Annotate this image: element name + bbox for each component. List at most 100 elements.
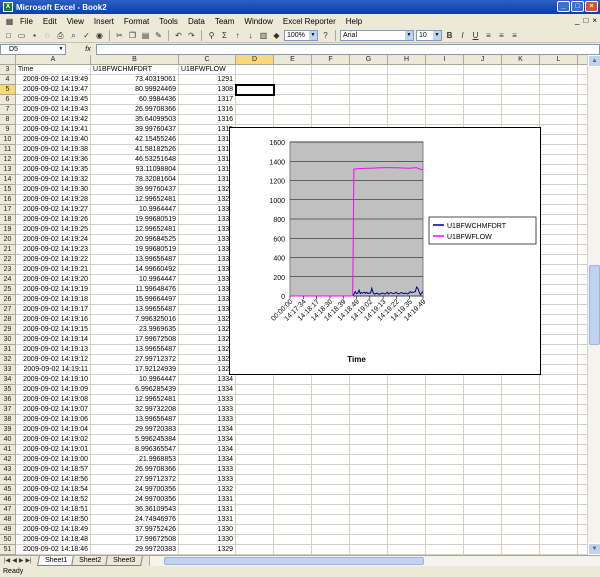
- sheet-tab-sheet2[interactable]: Sheet2: [71, 556, 110, 566]
- cell-b17[interactable]: 10.9964447: [91, 205, 179, 215]
- cell-m46[interactable]: [578, 495, 587, 505]
- cell-h6[interactable]: [388, 95, 426, 105]
- cell-h48[interactable]: [388, 515, 426, 525]
- vertical-scrollbar[interactable]: ▲ ▼: [587, 55, 600, 555]
- cell-a3[interactable]: Time: [16, 65, 91, 75]
- row-header[interactable]: 48: [0, 515, 16, 525]
- cell-g4[interactable]: [350, 75, 388, 85]
- cell-l34[interactable]: [540, 375, 578, 385]
- row-header[interactable]: 16: [0, 195, 16, 205]
- cell-d43[interactable]: [236, 465, 274, 475]
- cell-c20[interactable]: 1333: [179, 235, 236, 245]
- menu-help[interactable]: Help: [341, 17, 367, 26]
- open-icon[interactable]: ▭: [16, 30, 27, 41]
- undo-icon[interactable]: ↶: [173, 30, 184, 41]
- cell-m5[interactable]: [578, 85, 587, 95]
- cell-b7[interactable]: 26.99708366: [91, 105, 179, 115]
- cell-m45[interactable]: [578, 485, 587, 495]
- cell-j5[interactable]: [464, 85, 502, 95]
- cell-e34[interactable]: [274, 375, 312, 385]
- cell-g40[interactable]: [350, 435, 388, 445]
- cell-b26[interactable]: 15.99664497: [91, 295, 179, 305]
- row-header[interactable]: 15: [0, 185, 16, 195]
- sort-descending-icon[interactable]: ↓: [245, 30, 256, 41]
- cell-e7[interactable]: [274, 105, 312, 115]
- cell-l37[interactable]: [540, 405, 578, 415]
- cell-f50[interactable]: [312, 535, 350, 545]
- cell-b18[interactable]: 19.99680519: [91, 215, 179, 225]
- row-header[interactable]: 37: [0, 405, 16, 415]
- cell-c18[interactable]: 1331: [179, 215, 236, 225]
- cell-a10[interactable]: 2009-09-02 14:19:40: [16, 135, 91, 145]
- cell-c3[interactable]: U1BFWFLOW: [179, 65, 236, 75]
- cell-l48[interactable]: [540, 515, 578, 525]
- row-header[interactable]: 51: [0, 545, 16, 555]
- cell-a33[interactable]: 2009-09-02 14:19:11: [16, 365, 91, 375]
- cell-c28[interactable]: 1329: [179, 315, 236, 325]
- cell-e45[interactable]: [274, 485, 312, 495]
- font-select[interactable]: Arial ▼: [340, 30, 414, 41]
- cell-l27[interactable]: [540, 305, 578, 315]
- cell-b47[interactable]: 36.36109543: [91, 505, 179, 515]
- cell-l9[interactable]: [540, 125, 578, 135]
- cell-b20[interactable]: 20.99684525: [91, 235, 179, 245]
- cell-d37[interactable]: [236, 405, 274, 415]
- cell-h7[interactable]: [388, 105, 426, 115]
- cell-i36[interactable]: [426, 395, 464, 405]
- sheet-tab-sheet1[interactable]: Sheet1: [37, 556, 76, 566]
- cell-a42[interactable]: 2009-09-02 14:19:00: [16, 455, 91, 465]
- row-header[interactable]: 20: [0, 235, 16, 245]
- cell-m17[interactable]: [578, 205, 587, 215]
- cell-f48[interactable]: [312, 515, 350, 525]
- cell-d8[interactable]: [236, 115, 274, 125]
- maximize-button[interactable]: □: [571, 1, 584, 12]
- cell-m13[interactable]: [578, 165, 587, 175]
- cell-a50[interactable]: 2009-09-02 14:18:48: [16, 535, 91, 545]
- cell-h44[interactable]: [388, 475, 426, 485]
- cell-m11[interactable]: [578, 145, 587, 155]
- cell-i38[interactable]: [426, 415, 464, 425]
- cell-k3[interactable]: [502, 65, 540, 75]
- print-icon[interactable]: ⎙: [55, 30, 66, 41]
- cell-l23[interactable]: [540, 265, 578, 275]
- cell-a45[interactable]: 2009-09-02 14:18:54: [16, 485, 91, 495]
- cell-l49[interactable]: [540, 525, 578, 535]
- cell-f34[interactable]: [312, 375, 350, 385]
- cell-f3[interactable]: [312, 65, 350, 75]
- cell-m51[interactable]: [578, 545, 587, 555]
- italic-button[interactable]: I: [457, 30, 468, 41]
- cell-b34[interactable]: 10.9964447: [91, 375, 179, 385]
- row-header[interactable]: 35: [0, 385, 16, 395]
- last-sheet-icon[interactable]: ▶|: [25, 557, 31, 564]
- cell-i44[interactable]: [426, 475, 464, 485]
- cell-e49[interactable]: [274, 525, 312, 535]
- row-header[interactable]: 9: [0, 125, 16, 135]
- cell-f8[interactable]: [312, 115, 350, 125]
- cell-k4[interactable]: [502, 75, 540, 85]
- cell-b6[interactable]: 60.9984436: [91, 95, 179, 105]
- cell-c21[interactable]: 1333: [179, 245, 236, 255]
- cell-d36[interactable]: [236, 395, 274, 405]
- underline-button[interactable]: U: [470, 30, 481, 41]
- cell-d34[interactable]: [236, 375, 274, 385]
- cell-a32[interactable]: 2009-09-02 14:19:12: [16, 355, 91, 365]
- horizontal-scrollbar[interactable]: [148, 556, 600, 566]
- cell-h41[interactable]: [388, 445, 426, 455]
- cell-k36[interactable]: [502, 395, 540, 405]
- row-header[interactable]: 44: [0, 475, 16, 485]
- row-header[interactable]: 8: [0, 115, 16, 125]
- cell-m16[interactable]: [578, 195, 587, 205]
- cell-c38[interactable]: 1333: [179, 415, 236, 425]
- cell-f5[interactable]: [312, 85, 350, 95]
- cell-f36[interactable]: [312, 395, 350, 405]
- cell-d46[interactable]: [236, 495, 274, 505]
- cell-i34[interactable]: [426, 375, 464, 385]
- cell-h50[interactable]: [388, 535, 426, 545]
- cell-i4[interactable]: [426, 75, 464, 85]
- cell-k46[interactable]: [502, 495, 540, 505]
- cell-i42[interactable]: [426, 455, 464, 465]
- cell-j8[interactable]: [464, 115, 502, 125]
- cell-c46[interactable]: 1331: [179, 495, 236, 505]
- cell-k34[interactable]: [502, 375, 540, 385]
- cell-c15[interactable]: 1322: [179, 185, 236, 195]
